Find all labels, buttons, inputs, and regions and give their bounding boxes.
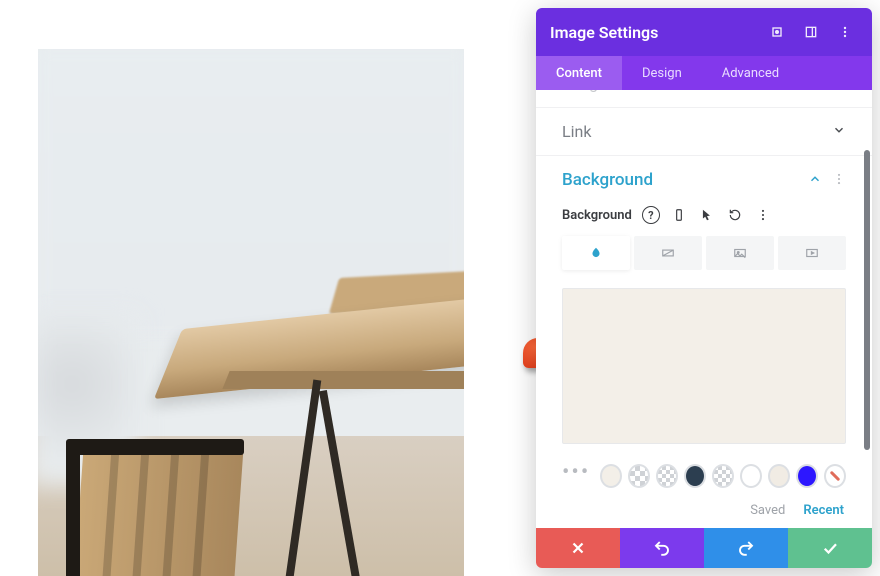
swatch-transparent-3[interactable] (712, 464, 734, 488)
expand-icon[interactable] (764, 19, 790, 45)
settings-panel: Image Settings Content Design Advanced I… (536, 8, 872, 568)
chevron-down-icon (832, 122, 846, 141)
swatch-cream[interactable] (600, 464, 622, 488)
panel-scroll-area: Image Link Background (536, 90, 872, 528)
undo-button[interactable] (620, 528, 704, 568)
background-color-preview[interactable] (562, 288, 846, 444)
background-type-tabs (562, 236, 846, 270)
swatch-transparent[interactable] (628, 464, 650, 488)
section-background-header[interactable]: Background (562, 170, 846, 190)
panel-header: Image Settings (536, 8, 872, 56)
section-background: Background Background ? (536, 156, 872, 528)
section-background-title: Background (562, 170, 653, 190)
section-image-title: Image (562, 90, 607, 93)
section-link-title: Link (562, 122, 591, 141)
bg-tab-gradient[interactable] (634, 236, 702, 270)
tab-design[interactable]: Design (622, 56, 702, 90)
section-image[interactable]: Image (536, 90, 872, 108)
kebab-menu-icon[interactable] (832, 19, 858, 45)
chevron-down-icon (832, 90, 846, 93)
swatch-row: ••• (562, 460, 846, 493)
tab-advanced[interactable]: Advanced (702, 56, 799, 90)
save-button[interactable] (788, 528, 872, 568)
swatch-filter-recent[interactable]: Recent (803, 503, 844, 518)
section-link[interactable]: Link (536, 108, 872, 156)
bg-tab-video[interactable] (778, 236, 846, 270)
bg-tab-color[interactable] (562, 236, 630, 270)
kebab-menu-icon[interactable] (832, 171, 846, 190)
background-label: Background (562, 208, 632, 223)
scrollbar[interactable] (864, 150, 870, 450)
tab-content[interactable]: Content (536, 56, 622, 90)
cancel-button[interactable] (536, 528, 620, 568)
device-icon[interactable] (670, 206, 688, 224)
swatch-filter-row: Saved Recent (562, 503, 846, 518)
bg-tab-image[interactable] (706, 236, 774, 270)
tab-bar: Content Design Advanced (536, 56, 872, 90)
chevron-up-icon (808, 171, 822, 190)
redo-button[interactable] (704, 528, 788, 568)
preview-image (38, 49, 464, 576)
swatch-none[interactable] (824, 464, 846, 488)
swatch-navy[interactable] (684, 464, 706, 488)
swatch-offwhite[interactable] (768, 464, 790, 488)
kebab-menu-icon[interactable] (754, 206, 772, 224)
hover-icon[interactable] (698, 206, 716, 224)
swatch-filter-saved[interactable]: Saved (750, 503, 785, 518)
swatch-white[interactable] (740, 464, 762, 488)
dock-icon[interactable] (798, 19, 824, 45)
panel-footer (536, 528, 872, 568)
swatch-blue[interactable] (796, 464, 818, 488)
reset-icon[interactable] (726, 206, 744, 224)
help-icon[interactable]: ? (642, 206, 660, 224)
panel-title: Image Settings (550, 23, 756, 42)
more-swatches-icon[interactable]: ••• (562, 460, 594, 491)
background-label-row: Background ? (562, 206, 846, 224)
swatch-transparent-2[interactable] (656, 464, 678, 488)
